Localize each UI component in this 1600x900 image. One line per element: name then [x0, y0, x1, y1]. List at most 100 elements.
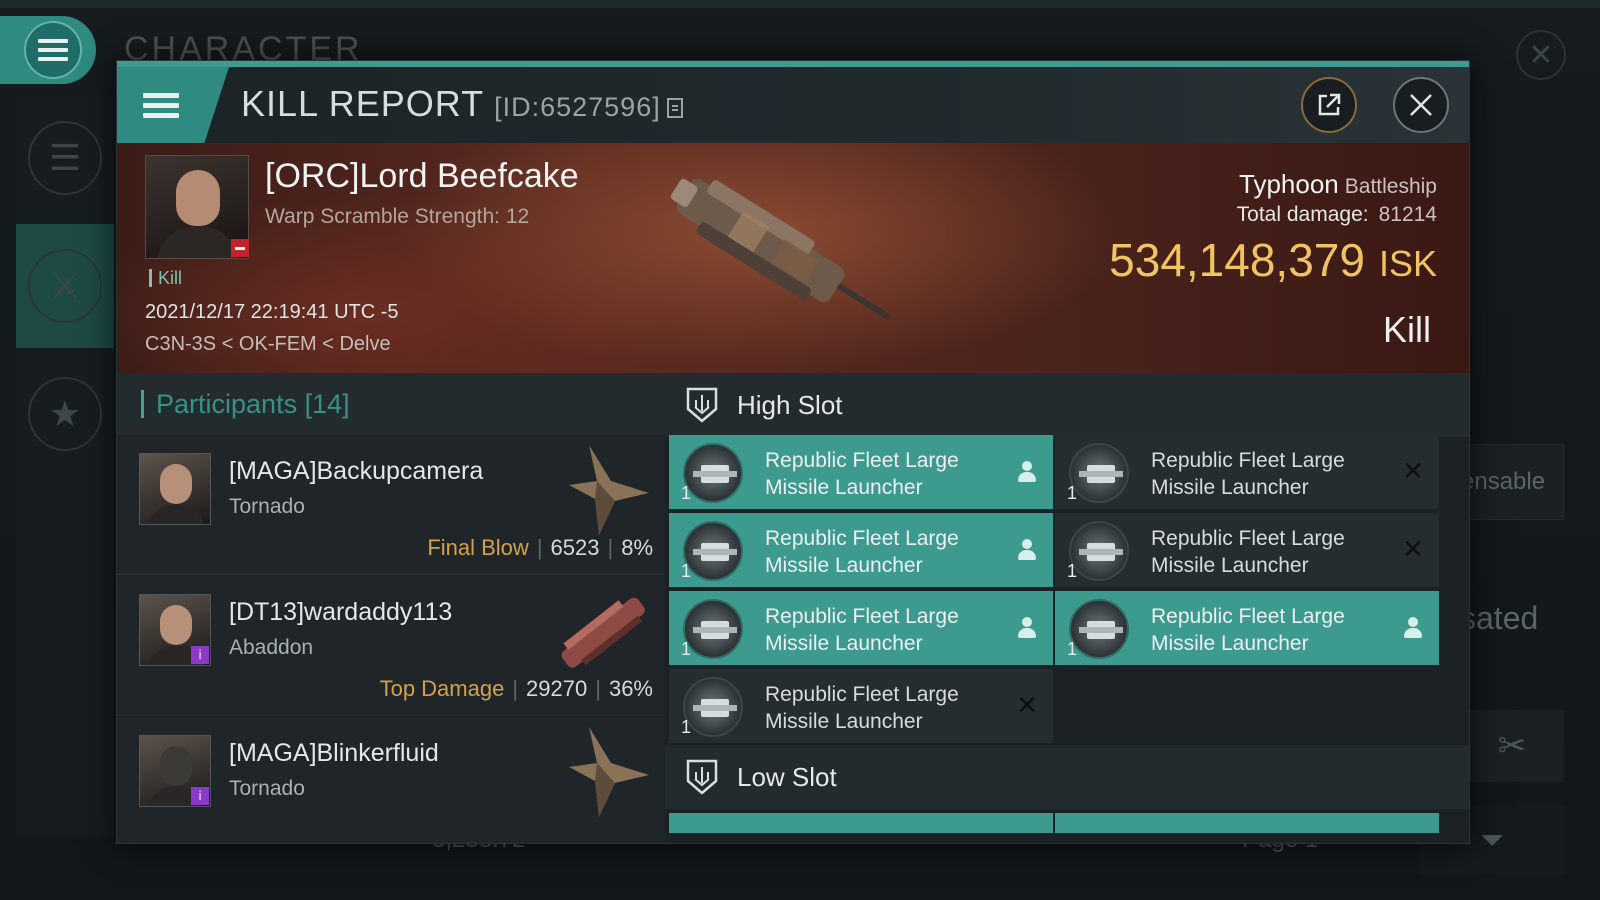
- module-name: Republic Fleet Large Missile Launcher: [765, 527, 959, 577]
- isk-value: 534,148,379 ISK: [1109, 233, 1437, 287]
- total-damage: Total damage: 81214: [1237, 203, 1437, 227]
- victim-ship[interactable]: Typhoon Battleship: [1239, 169, 1437, 200]
- crossed-swords-icon: ⚔: [28, 249, 102, 323]
- module-item[interactable]: 1 Republic Fleet Large Missile Launcher …: [1055, 513, 1439, 587]
- participant-damage: 6523: [550, 535, 600, 560]
- final-blow-tag: Final Blow: [427, 535, 529, 560]
- low-slot-module-partial[interactable]: [669, 813, 1053, 833]
- destroyed-x-icon: ✕: [1402, 535, 1424, 565]
- destroyed-x-icon: ✕: [1016, 691, 1038, 721]
- missile-launcher-icon: [683, 521, 743, 581]
- menu-icon: [24, 21, 82, 79]
- sidebar-tab-list[interactable]: ☰: [16, 96, 114, 220]
- background-label: sated: [1460, 599, 1539, 636]
- participants-panel: Participants [14] [MAGA]Backupcamera Tor…: [117, 373, 665, 843]
- background-sidebar: ☰ ⚔ ★: [16, 96, 114, 836]
- share-button[interactable]: [1301, 77, 1357, 133]
- module-item[interactable]: 1 Republic Fleet Large Missile Launcher: [669, 591, 1053, 665]
- window-menu-button[interactable]: [117, 67, 229, 143]
- star-icon: ★: [28, 377, 102, 451]
- total-damage-value: 81214: [1378, 203, 1437, 226]
- list-icon: ☰: [28, 121, 102, 195]
- module-name: Republic Fleet Large Missile Launcher: [1151, 605, 1345, 655]
- missile-launcher-icon: [683, 599, 743, 659]
- fitting-panel: High Slot 1 Republic Fleet Large Missile…: [665, 373, 1469, 843]
- external-link-icon: [1318, 93, 1341, 116]
- kill-result: Kill: [1382, 309, 1431, 350]
- module-quantity: 1: [681, 483, 692, 503]
- participant-percent: 36%: [608, 676, 653, 701]
- missile-launcher-icon: [683, 677, 743, 737]
- module-name: Republic Fleet Large Missile Launcher: [1151, 527, 1345, 577]
- window-header: KILL REPORT [ID:6527596]: [117, 67, 1469, 143]
- kill-report-window: KILL REPORT [ID:6527596] [ORC]Lord Beefca…: [116, 60, 1470, 844]
- kill-location[interactable]: C3N-3S < OK-FEM < Delve: [145, 333, 391, 356]
- module-name: Republic Fleet Large Missile Launcher: [765, 683, 959, 733]
- module-quantity: 1: [1067, 561, 1078, 581]
- victim-subtitle: Warp Scramble Strength: 12: [265, 205, 530, 228]
- participant-ship: Tornado: [229, 495, 305, 518]
- participant-row[interactable]: i [MAGA]Blinkerfluid Tornado: [117, 717, 665, 843]
- module-quantity: 1: [1067, 639, 1078, 659]
- participant-row[interactable]: [MAGA]Backupcamera Tornado Final Blow | 65…: [117, 435, 665, 575]
- module-item[interactable]: 1 Republic Fleet Large Missile Launcher …: [669, 669, 1053, 743]
- sidebar-tab-combat[interactable]: ⚔: [16, 224, 114, 348]
- abaddon-ship-icon: [561, 597, 645, 668]
- participants-header[interactable]: Participants [14]: [117, 373, 665, 435]
- module-name: Republic Fleet Large Missile Launcher: [765, 605, 959, 655]
- main-menu-button[interactable]: [0, 16, 96, 84]
- low-slot-label: Low Slot: [737, 761, 837, 792]
- module-quantity: 1: [681, 639, 692, 659]
- typhoon-ship-icon[interactable]: [637, 157, 917, 347]
- top-damage-tag: Top Damage: [379, 676, 505, 701]
- close-button[interactable]: [1393, 77, 1449, 133]
- module-item[interactable]: 1 Republic Fleet Large Missile Launcher: [669, 435, 1053, 509]
- tools-icon[interactable]: ✂: [1460, 710, 1564, 782]
- destroyed-x-icon: ✕: [1402, 457, 1424, 487]
- kill-timestamp: 2021/12/17 22:19:41 UTC -5: [145, 301, 399, 323]
- participant-ship: Abaddon: [229, 636, 314, 659]
- window-title: KILL REPORT [ID:6527596]: [241, 83, 683, 125]
- participant-row[interactable]: i [DT13]wardaddy113 Abaddon Top Damage | 2…: [117, 576, 665, 716]
- tornado-ship-icon: [569, 727, 649, 817]
- participant-name: [MAGA]Backupcamera: [229, 457, 484, 485]
- title-text: KILL REPORT: [241, 83, 485, 124]
- ship-class: Battleship: [1344, 175, 1437, 198]
- copy-icon[interactable]: [666, 98, 683, 118]
- low-slot-module-partial[interactable]: [1055, 813, 1439, 833]
- missile-launcher-icon: [1069, 599, 1129, 659]
- background-close-icon[interactable]: ✕: [1516, 30, 1566, 80]
- info-badge-icon: i: [191, 787, 209, 805]
- missile-launcher-icon: [1069, 443, 1129, 503]
- participant-name: [DT13]wardaddy113: [229, 598, 453, 626]
- participant-damage: 29270: [526, 676, 588, 701]
- tornado-ship-icon: [569, 445, 649, 535]
- total-damage-label: Total damage:: [1236, 203, 1369, 226]
- module-item[interactable]: 1 Republic Fleet Large Missile Launcher: [1055, 591, 1439, 665]
- dropped-person-icon: [1401, 615, 1425, 641]
- module-quantity: 1: [681, 561, 692, 581]
- dropped-person-icon: [1015, 537, 1039, 563]
- hamburger-icon: [143, 92, 179, 118]
- missile-launcher-icon: [1069, 521, 1129, 581]
- missile-launcher-icon: [683, 443, 743, 503]
- standing-minus-icon: [231, 239, 249, 257]
- participant-stats: Top Damage | 29270 | 36%: [379, 676, 653, 701]
- sidebar-tab-star[interactable]: ★: [16, 352, 114, 476]
- module-quantity: 1: [681, 717, 692, 737]
- module-item[interactable]: 1 Republic Fleet Large Missile Launcher …: [1055, 435, 1439, 509]
- low-slot-header: Low Slot: [665, 745, 1469, 809]
- isk-unit: ISK: [1378, 243, 1437, 284]
- module-name: Republic Fleet Large Missile Launcher: [765, 449, 959, 499]
- module-item[interactable]: 1 Republic Fleet Large Missile Launcher: [669, 513, 1053, 587]
- participant-ship: Tornado: [229, 777, 305, 800]
- module-quantity: 1: [1067, 483, 1078, 503]
- high-slot-label: High Slot: [737, 389, 843, 420]
- dropped-person-icon: [1015, 615, 1039, 641]
- kill-tag: Kill: [149, 269, 182, 287]
- high-slot-header: High Slot: [665, 373, 1469, 437]
- victim-name[interactable]: [ORC]Lord Beefcake: [265, 157, 579, 196]
- close-icon: [1410, 94, 1432, 116]
- victim-banner: [ORC]Lord Beefcake Warp Scramble Strengt…: [117, 143, 1469, 373]
- participant-avatar: [139, 453, 211, 525]
